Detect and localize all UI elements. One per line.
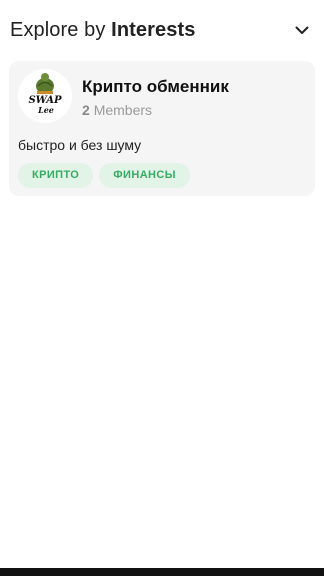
avatar: SWAP Lee (18, 69, 72, 123)
bottom-edge-bar (0, 568, 324, 576)
community-description: быстро и без шуму (18, 137, 142, 153)
members-label: Members (93, 101, 153, 118)
chevron-down-icon[interactable] (292, 20, 312, 40)
community-name: Крипто обменник (82, 76, 229, 96)
card-header: SWAP Lee Крипто обменник 2 Members (18, 69, 306, 123)
members-count: 2 Members (82, 102, 229, 118)
turtle-logo-icon: SWAP Lee (28, 73, 62, 115)
tag-finance[interactable]: ФИНАНСЫ (99, 163, 190, 188)
members-number: 2 (82, 101, 90, 118)
tag-list: КРИПТО ФИНАНСЫ (18, 163, 306, 188)
card-info: Крипто обменник 2 Members (82, 75, 229, 118)
title-prefix: Explore by (10, 18, 106, 41)
community-card[interactable]: SWAP Lee Крипто обменник 2 Members быстр… (9, 61, 315, 196)
tag-crypto[interactable]: КРИПТО (18, 163, 94, 188)
logo-text-line2: Lee (37, 105, 54, 115)
page-title: Explore by Interests (10, 19, 195, 42)
explore-header: Explore by Interests (10, 14, 312, 46)
title-bold: Interests (111, 18, 196, 41)
